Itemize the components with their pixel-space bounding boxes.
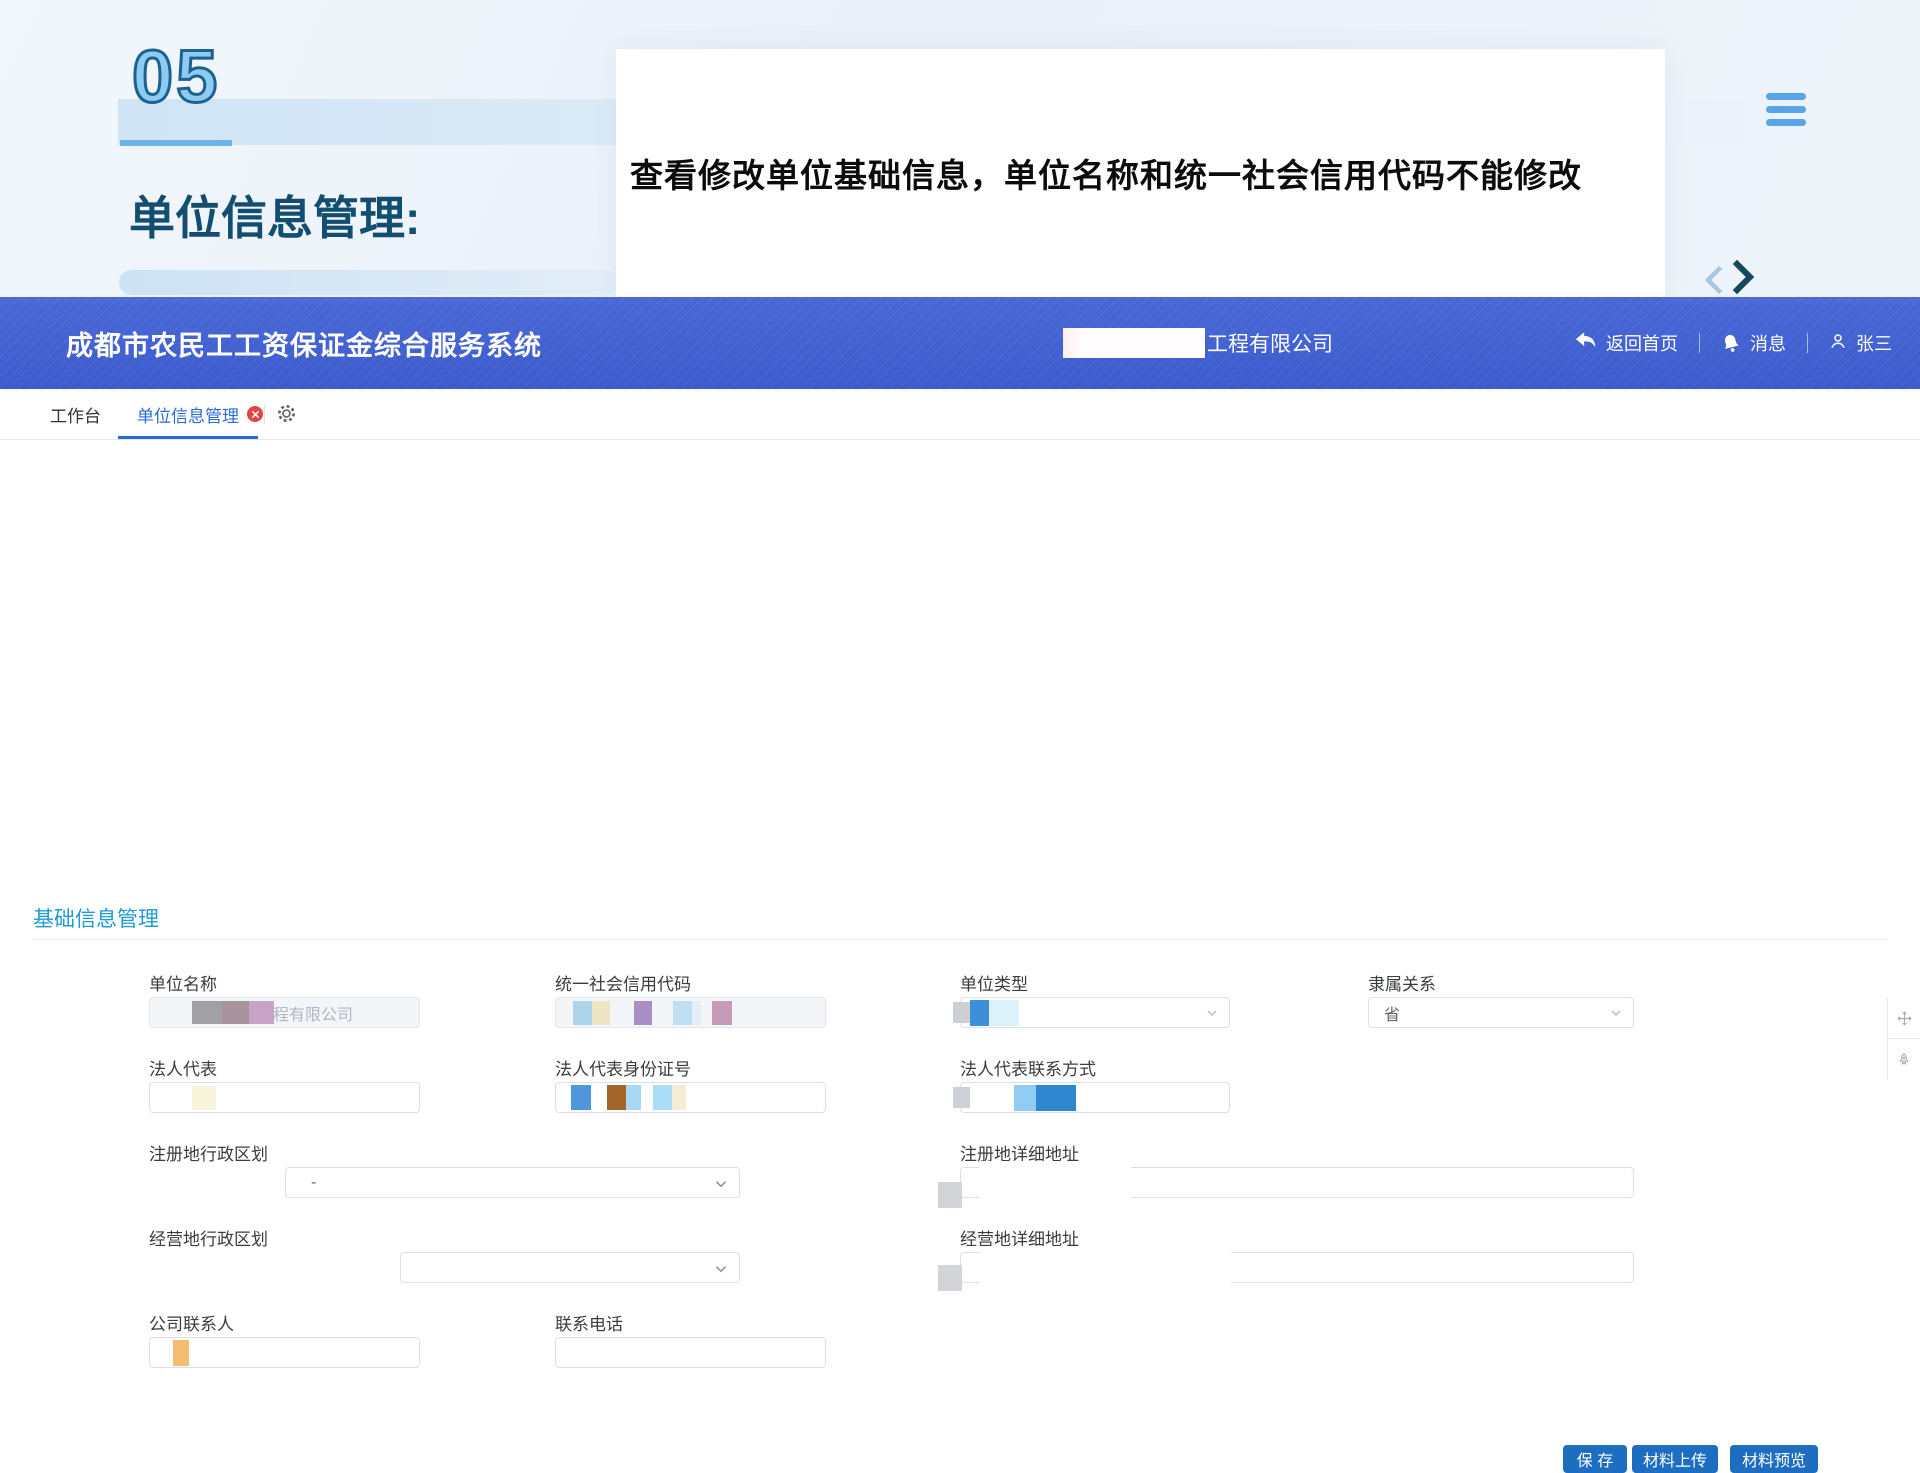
reg-division-select[interactable]: - bbox=[285, 1167, 740, 1198]
company-name-wrap: 工程有限公司 bbox=[1063, 297, 1333, 389]
hero-progress-capsule bbox=[119, 270, 618, 295]
reg-division-value: - bbox=[311, 1174, 316, 1192]
contact-person-field[interactable] bbox=[149, 1337, 420, 1368]
affiliation-label: 隶属关系 bbox=[1368, 970, 1436, 995]
chevron-down-icon bbox=[713, 1261, 729, 1277]
chevron-down-icon bbox=[1609, 1006, 1623, 1020]
header-divider bbox=[1807, 333, 1808, 353]
contact-person-label: 公司联系人 bbox=[149, 1310, 234, 1335]
chevron-down-icon bbox=[713, 1176, 729, 1192]
redaction-blocks bbox=[962, 998, 1019, 1027]
redaction-blocks bbox=[151, 998, 274, 1027]
hamburger-menu-icon[interactable] bbox=[1766, 93, 1806, 126]
basic-info-panel: 基础信息管理 单位名称 程有限公司 统一社会信用代码 单位类型 隶属关系 省 法… bbox=[0, 440, 1920, 1080]
user-icon bbox=[1829, 332, 1847, 355]
affiliation-value: 省 bbox=[1384, 1001, 1400, 1025]
gear-icon[interactable] bbox=[276, 403, 297, 424]
move-icon[interactable] bbox=[1888, 998, 1920, 1039]
legal-rep-id-label: 法人代表身份证号 bbox=[555, 1055, 691, 1080]
header-divider bbox=[1699, 333, 1700, 353]
section-title: 基础信息管理 bbox=[33, 903, 159, 933]
chevron-right-icon[interactable] bbox=[1730, 259, 1756, 300]
redaction-whiteout bbox=[979, 1161, 1131, 1206]
tab-workbench[interactable]: 工作台 bbox=[50, 389, 101, 439]
tab-unit-info[interactable]: 单位信息管理 bbox=[137, 389, 263, 439]
redaction-block bbox=[938, 1182, 962, 1208]
back-home-button[interactable]: 返回首页 bbox=[1575, 330, 1678, 356]
messages-label: 消息 bbox=[1750, 330, 1786, 356]
redaction-block bbox=[1063, 328, 1205, 358]
company-name-suffix: 工程有限公司 bbox=[1207, 328, 1333, 358]
redaction-blocks bbox=[151, 1338, 189, 1367]
redaction-block bbox=[938, 1265, 962, 1291]
reg-division-label: 注册地行政区划 bbox=[149, 1140, 268, 1165]
bell-icon bbox=[1719, 330, 1743, 355]
rocket-icon[interactable] bbox=[1888, 1039, 1920, 1080]
header-actions: 返回首页 消息 张三 bbox=[1575, 297, 1892, 389]
unit-name-field[interactable]: 程有限公司 bbox=[149, 997, 420, 1028]
legal-rep-contact-field[interactable] bbox=[960, 1082, 1230, 1113]
tab-bar: 工作台 单位信息管理 bbox=[0, 389, 1920, 440]
redaction-blocks bbox=[151, 1083, 216, 1112]
section-divider bbox=[32, 939, 1888, 940]
active-tab-indicator bbox=[118, 436, 258, 439]
unit-type-select[interactable] bbox=[960, 997, 1230, 1028]
user-name: 张三 bbox=[1856, 330, 1892, 356]
redaction-blocks bbox=[557, 1083, 686, 1112]
unit-name-value: 程有限公司 bbox=[273, 1001, 353, 1025]
reply-arrow-icon bbox=[1575, 331, 1597, 355]
back-home-label: 返回首页 bbox=[1606, 330, 1678, 356]
affiliation-select[interactable]: 省 bbox=[1368, 997, 1634, 1028]
material-preview-button[interactable]: 材料预览 bbox=[1730, 1445, 1818, 1473]
biz-division-label: 经营地行政区划 bbox=[149, 1225, 268, 1250]
redaction-blocks bbox=[962, 1083, 1076, 1112]
tutorial-banner: 05 单位信息管理: 查看修改单位基础信息，单位名称和统一社会信用代码不能修改 bbox=[0, 0, 1920, 297]
unit-name-label: 单位名称 bbox=[149, 970, 217, 995]
legal-rep-field[interactable] bbox=[149, 1082, 420, 1113]
user-menu[interactable]: 张三 bbox=[1829, 330, 1892, 356]
legal-rep-id-field[interactable] bbox=[555, 1082, 826, 1113]
save-button[interactable]: 保 存 bbox=[1563, 1445, 1627, 1473]
tab-unit-info-label: 单位信息管理 bbox=[137, 402, 239, 427]
credit-code-field[interactable] bbox=[555, 997, 826, 1028]
material-upload-button[interactable]: 材料上传 bbox=[1632, 1445, 1718, 1473]
hero-title: 单位信息管理: bbox=[129, 190, 420, 246]
hero-description-card: 查看修改单位基础信息，单位名称和统一社会信用代码不能修改 bbox=[616, 49, 1665, 297]
close-icon[interactable] bbox=[247, 406, 263, 422]
contact-phone-field[interactable] bbox=[555, 1337, 826, 1368]
chevron-down-icon bbox=[1205, 1006, 1219, 1020]
app-header: 成都市农民工工资保证金综合服务系统 工程有限公司 返回首页 消息 张三 bbox=[0, 297, 1920, 389]
messages-button[interactable]: 消息 bbox=[1721, 330, 1786, 356]
legal-rep-contact-label: 法人代表联系方式 bbox=[960, 1055, 1096, 1080]
redaction-blocks bbox=[557, 998, 732, 1027]
system-title: 成都市农民工工资保证金综合服务系统 bbox=[66, 297, 542, 389]
biz-division-select[interactable] bbox=[400, 1252, 740, 1283]
redaction-whiteout bbox=[979, 1246, 1231, 1291]
tab-divider bbox=[264, 404, 265, 424]
edge-toolbar bbox=[1887, 998, 1920, 1080]
legal-rep-label: 法人代表 bbox=[149, 1055, 217, 1080]
step-number: 05 bbox=[132, 34, 220, 119]
chevron-left-icon[interactable] bbox=[1702, 265, 1724, 300]
unit-type-label: 单位类型 bbox=[960, 970, 1028, 995]
hero-accent-underline bbox=[120, 140, 232, 146]
hero-description: 查看修改单位基础信息，单位名称和统一社会信用代码不能修改 bbox=[616, 149, 1582, 197]
contact-phone-label: 联系电话 bbox=[555, 1310, 623, 1335]
credit-code-label: 统一社会信用代码 bbox=[555, 970, 691, 995]
